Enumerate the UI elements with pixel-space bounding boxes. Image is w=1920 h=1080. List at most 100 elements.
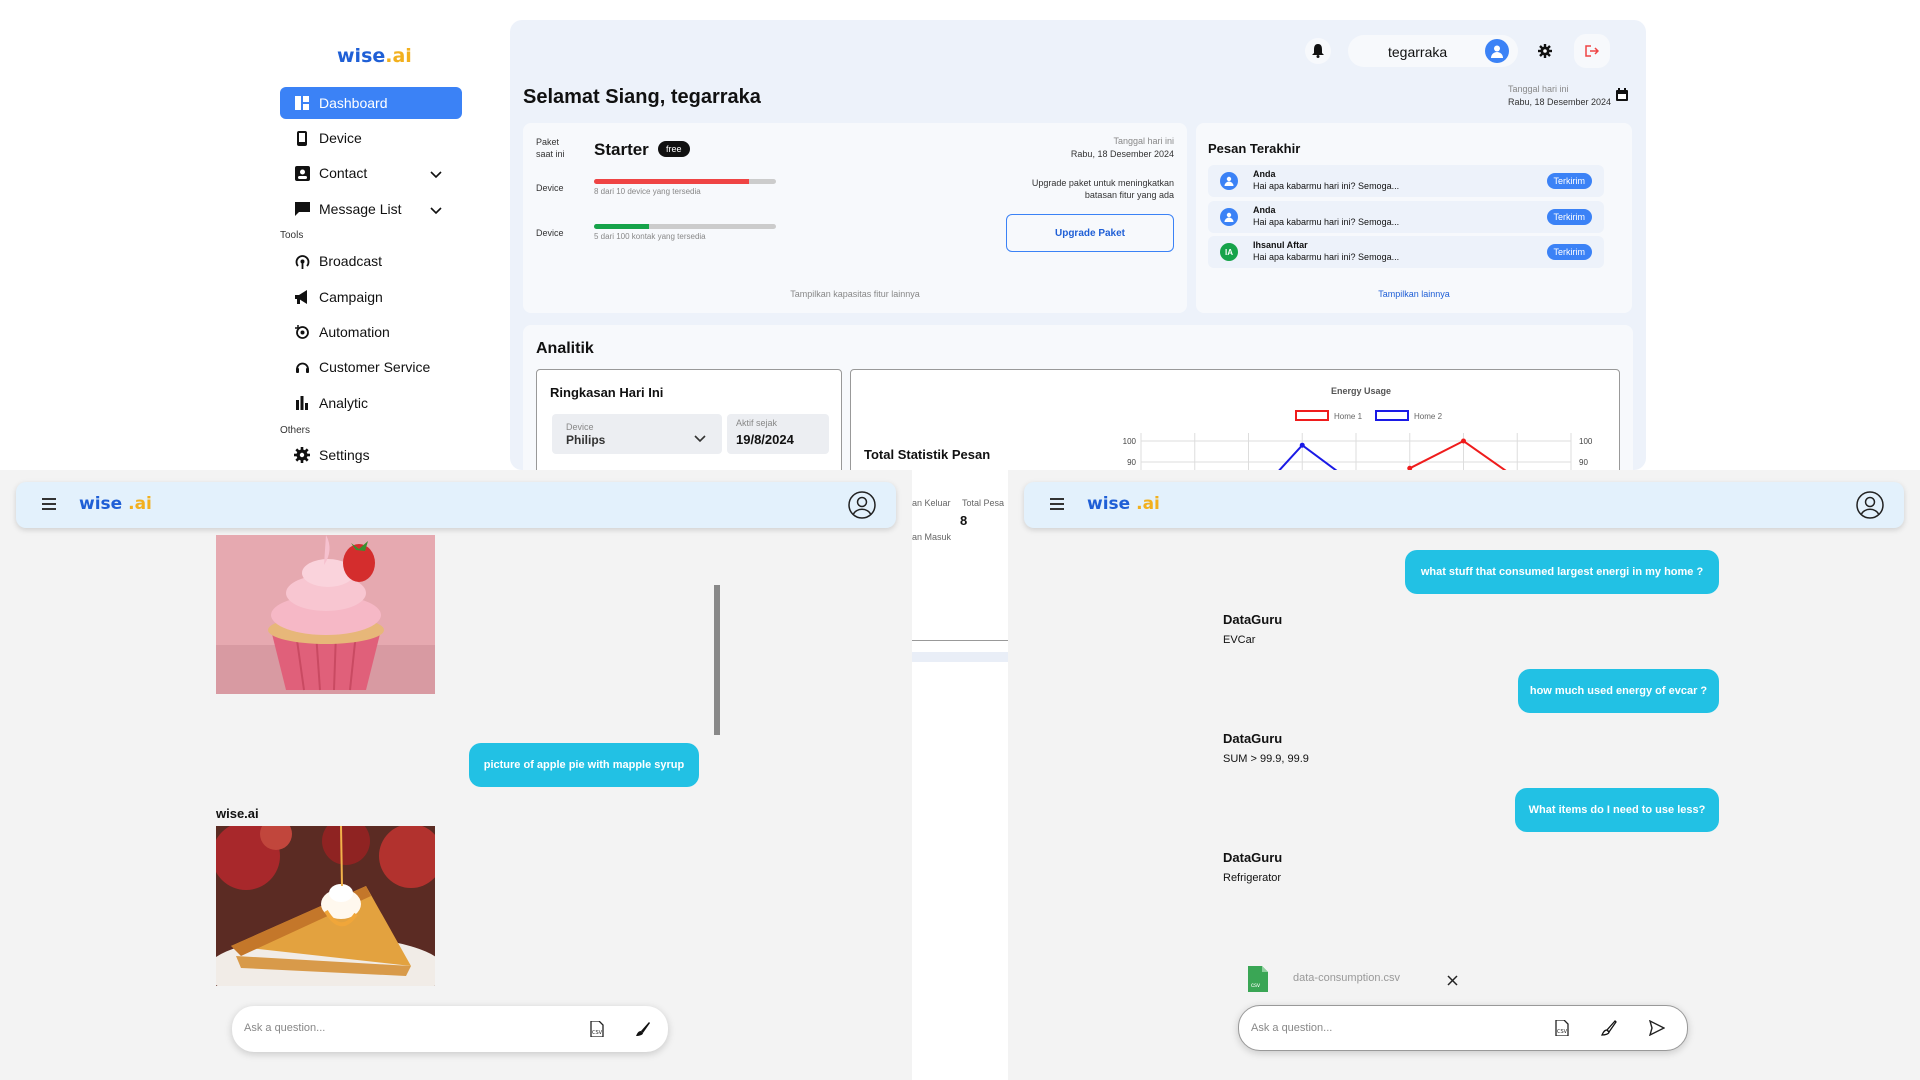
chat-bubble-user: how much used energy of evcar ? xyxy=(1518,669,1719,713)
message-preview: Hai apa kabarmu hari ini? Semoga... xyxy=(1253,252,1400,262)
message-sender: Ihsanul Aftar xyxy=(1253,240,1308,250)
package-label: Paket saat ini xyxy=(536,137,565,159)
svg-text:CSV: CSV xyxy=(1557,1029,1568,1035)
send-icon[interactable] xyxy=(1648,1019,1666,1041)
phone-icon xyxy=(294,130,310,146)
avatar: IA xyxy=(1220,243,1238,261)
legend-swatch xyxy=(1375,410,1409,421)
message-stats-card: Total Statistik Pesan Energy Usage Home 1… xyxy=(850,369,1620,470)
csv-icon[interactable]: CSV xyxy=(1555,1019,1569,1041)
chevron-down-icon xyxy=(694,430,706,448)
bot-name: wise.ai xyxy=(216,806,259,821)
energy-usage-chart: Energy UsageHome 1Home 210010090908080 xyxy=(1123,386,1593,470)
sidebar-item-label: Dashboard xyxy=(319,95,388,111)
status-badge: Terkirim xyxy=(1546,244,1592,260)
sidebar-section-others: Others xyxy=(280,425,311,436)
divider xyxy=(912,652,1008,662)
fragment-label: an Keluar xyxy=(912,498,951,508)
show-more-features-link[interactable]: Tampilkan kapasitas fitur lainnya xyxy=(523,289,1187,299)
menu-icon[interactable] xyxy=(42,497,56,515)
headset-icon xyxy=(294,359,310,375)
active-since-label: Aktif sejak xyxy=(736,418,778,428)
sidebar-item-label: Customer Service xyxy=(319,359,431,375)
list-item[interactable]: Anda Hai apa kabarmu hari ini? Semoga...… xyxy=(1208,201,1604,233)
date-label: Tanggal hari ini xyxy=(1508,84,1569,94)
sidebar-item-campaign[interactable]: Campaign xyxy=(280,281,462,313)
sidebar-item-contact[interactable]: Contact xyxy=(280,157,462,189)
logout-icon[interactable] xyxy=(1574,34,1610,68)
sidebar-item-device[interactable]: Device xyxy=(280,122,462,154)
search-input[interactable]: Ask a question... xyxy=(1251,1022,1332,1034)
sidebar-item-label: Analytic xyxy=(319,395,369,411)
package-date-label: Tanggal hari ini xyxy=(1113,136,1174,146)
scrollbar-thumb[interactable] xyxy=(714,585,720,735)
bot-name: DataGuru xyxy=(1223,612,1283,627)
brush-icon[interactable] xyxy=(1600,1020,1617,1041)
status-badge: Terkirim xyxy=(1546,209,1592,225)
user-avatar-icon xyxy=(1485,39,1509,63)
message-stats-title: Total Statistik Pesan xyxy=(864,447,991,462)
ask-input-left[interactable]: Ask a question... CSV xyxy=(232,1006,668,1052)
sidebar-item-message-list[interactable]: Message List xyxy=(280,193,462,225)
sidebar-item-settings[interactable]: Settings xyxy=(280,439,462,470)
gear-icon[interactable] xyxy=(1532,38,1558,64)
daily-summary-title: Ringkasan Hari Ini xyxy=(550,385,664,400)
sidebar-item-label: Automation xyxy=(319,324,390,340)
message-preview: Hai apa kabarmu hari ini? Semoga... xyxy=(1253,217,1400,227)
chevron-down-icon[interactable] xyxy=(430,166,442,182)
chat-bubble-user: What items do I need to use less? xyxy=(1515,788,1719,832)
user-menu[interactable]: tegarraka xyxy=(1348,35,1518,67)
chat-window-right: wise .ai what stuff that consumed larges… xyxy=(1008,470,1920,1080)
sidebar-item-label: Message List xyxy=(319,201,402,217)
chevron-down-icon[interactable] xyxy=(430,202,442,218)
contact-icon xyxy=(294,165,310,181)
sidebar-item-label: Contact xyxy=(319,165,368,181)
sidebar-logo: wise.ai xyxy=(337,45,412,67)
bot-name: DataGuru xyxy=(1223,731,1283,746)
recent-messages-card: Pesan Terakhir Anda Hai apa kabarmu hari… xyxy=(1196,123,1632,313)
date-value: Rabu, 18 Desember 2024 xyxy=(1508,97,1612,107)
profile-icon[interactable] xyxy=(1856,491,1884,524)
divider xyxy=(912,640,1008,641)
daily-summary-card: Ringkasan Hari Ini Device Philips Aktif … xyxy=(536,369,842,470)
cupcake-image xyxy=(216,535,435,694)
data-point xyxy=(1299,442,1305,448)
calendar-icon[interactable] xyxy=(1616,88,1628,106)
usage-label: Device xyxy=(536,228,564,238)
search-input[interactable]: Ask a question... xyxy=(244,1022,325,1034)
sidebar: wise.ai Dashboard Device Contact Message… xyxy=(254,0,504,470)
brush-icon[interactable] xyxy=(635,1021,651,1042)
bot-reply: EVCar xyxy=(1223,634,1256,646)
usage-label: Device xyxy=(536,183,564,193)
sidebar-item-broadcast[interactable]: Broadcast xyxy=(280,245,462,277)
profile-icon[interactable] xyxy=(848,491,876,524)
page-title: Selamat Siang, tegarraka xyxy=(523,86,761,108)
bell-icon[interactable] xyxy=(1305,38,1331,64)
list-item[interactable]: IA Ihsanul Aftar Hai apa kabarmu hari in… xyxy=(1208,236,1604,268)
device-usage-bar xyxy=(594,179,776,184)
bot-name: DataGuru xyxy=(1223,850,1283,865)
dashboard-main: tegarraka Selamat Siang, tegarraka Tangg… xyxy=(510,20,1646,470)
bot-reply: Refrigerator xyxy=(1223,872,1282,884)
upgrade-button[interactable]: Upgrade Paket xyxy=(1006,214,1174,252)
sidebar-item-dashboard[interactable]: Dashboard xyxy=(280,87,462,119)
ask-input-right[interactable]: Ask a question... CSV xyxy=(1238,1005,1688,1051)
y-tick-label-right: 90 xyxy=(1579,458,1588,467)
sidebar-item-automation[interactable]: Automation xyxy=(280,316,462,348)
chat-topbar: wise .ai xyxy=(16,482,896,528)
menu-icon[interactable] xyxy=(1050,497,1064,515)
chat-window-left: wise .ai picture of apple pie with mappl… xyxy=(0,470,912,1080)
message-preview: Hai apa kabarmu hari ini? Semoga... xyxy=(1253,181,1400,191)
list-item[interactable]: Anda Hai apa kabarmu hari ini? Semoga...… xyxy=(1208,165,1604,197)
user-icon xyxy=(1220,172,1238,190)
close-icon[interactable] xyxy=(1447,973,1458,991)
sidebar-item-analytic[interactable]: Analytic xyxy=(280,387,462,419)
y-tick-label-left: 100 xyxy=(1123,437,1137,446)
device-select[interactable]: Device Philips xyxy=(552,414,722,454)
sidebar-item-customer-service[interactable]: Customer Service xyxy=(280,351,462,383)
fragment-label: an Masuk xyxy=(912,532,952,542)
csv-icon[interactable]: CSV xyxy=(590,1020,604,1042)
dashboard-window: wise.ai Dashboard Device Contact Message… xyxy=(254,0,1666,470)
show-more-messages-link[interactable]: Tampilkan lainnya xyxy=(1196,289,1632,299)
y-tick-label-left: 90 xyxy=(1127,458,1136,467)
